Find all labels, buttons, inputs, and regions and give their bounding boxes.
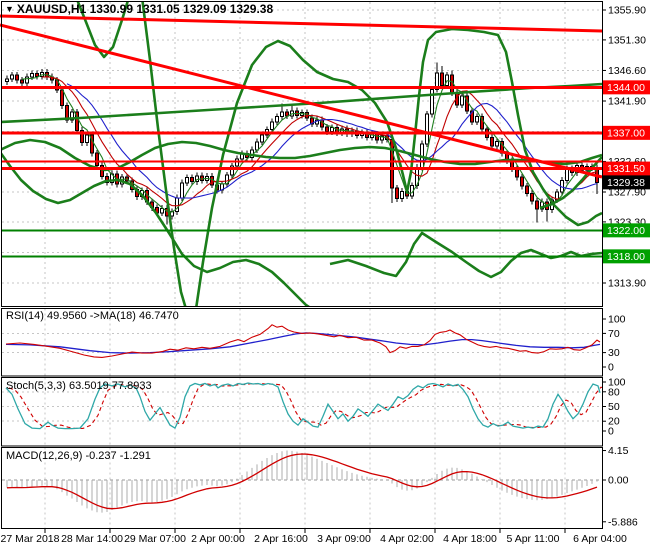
svg-text:2 Apr 16:00: 2 Apr 16:00 — [254, 533, 308, 545]
svg-text:27 Mar 2018: 27 Mar 2018 — [1, 533, 60, 545]
svg-text:6 Apr 04:00: 6 Apr 04:00 — [573, 533, 627, 545]
svg-text:100: 100 — [608, 314, 626, 326]
svg-text:1327.90: 1327.90 — [608, 187, 646, 199]
svg-text:1351.30: 1351.30 — [608, 34, 646, 46]
symbol-dropdown-icon[interactable]: ▼ — [5, 4, 14, 14]
svg-text:80: 80 — [608, 386, 620, 398]
svg-text:70: 70 — [608, 328, 620, 340]
trading-chart-window[interactable]: 1355.90 1351.30 1346.60 1344.00 1341.90 1337.… — [0, 0, 650, 550]
chart-canvas[interactable]: 1355.90 1351.30 1346.60 1344.00 1341.90 1337.… — [0, 0, 650, 550]
svg-text:5 Apr 11:00: 5 Apr 11:00 — [507, 533, 560, 545]
symbol-period-label: XAUUSD,H1 — [17, 2, 86, 16]
svg-text:3 Apr 09:00: 3 Apr 09:00 — [317, 533, 371, 545]
svg-text:4.15: 4.15 — [608, 445, 629, 457]
svg-text:50: 50 — [608, 401, 620, 413]
stochastic-indicator-label: Stoch(5,3,3) 63.5019 77.8933 — [6, 380, 152, 392]
ohlc-readout: 1330.99 1331.05 1329.09 1329.38 — [90, 2, 274, 16]
svg-text:0.00: 0.00 — [608, 475, 629, 487]
svg-text:30: 30 — [608, 347, 620, 359]
price-axis[interactable]: 1355.90 1351.30 1346.60 1344.00 1341.90 1337.… — [602, 5, 650, 290]
svg-text:1346.60: 1346.60 — [608, 65, 646, 77]
svg-text:-5.886: -5.886 — [608, 516, 638, 528]
svg-text:0: 0 — [608, 362, 614, 374]
svg-text:1344.00: 1344.00 — [607, 82, 645, 94]
svg-text:28 Mar 14:00: 28 Mar 14:00 — [61, 533, 123, 545]
chart-title: ▼XAUUSD,H1 1330.99 1331.05 1329.09 1329.… — [5, 2, 273, 16]
svg-text:1313.90: 1313.90 — [608, 278, 646, 290]
svg-text:29 Mar 07:00: 29 Mar 07:00 — [124, 533, 186, 545]
time-axis[interactable]: 27 Mar 201828 Mar 14:0029 Mar 07:00 2 Apr… — [1, 529, 627, 546]
svg-text:1341.90: 1341.90 — [608, 96, 646, 108]
indicator-axes[interactable]: 1007030010080502004.150.00-5.886 — [602, 314, 638, 529]
svg-text:1355.90: 1355.90 — [608, 5, 646, 17]
svg-text:1322.00: 1322.00 — [607, 225, 645, 237]
svg-text:0: 0 — [608, 426, 614, 438]
svg-text:2 Apr 00:00: 2 Apr 00:00 — [191, 533, 245, 545]
svg-text:1331.50: 1331.50 — [607, 163, 645, 175]
svg-text:4 Apr 02:00: 4 Apr 02:00 — [380, 533, 434, 545]
macd-indicator-label: MACD(12,26,9) -0.237 -1.291 — [6, 450, 151, 462]
svg-text:1318.00: 1318.00 — [607, 251, 645, 263]
rsi-indicator-label: RSI(14) 49.9560 ->MA(18) 46.7470 — [6, 310, 179, 322]
svg-text:4 Apr 18:00: 4 Apr 18:00 — [443, 533, 497, 545]
svg-text:1337.00: 1337.00 — [607, 127, 645, 139]
